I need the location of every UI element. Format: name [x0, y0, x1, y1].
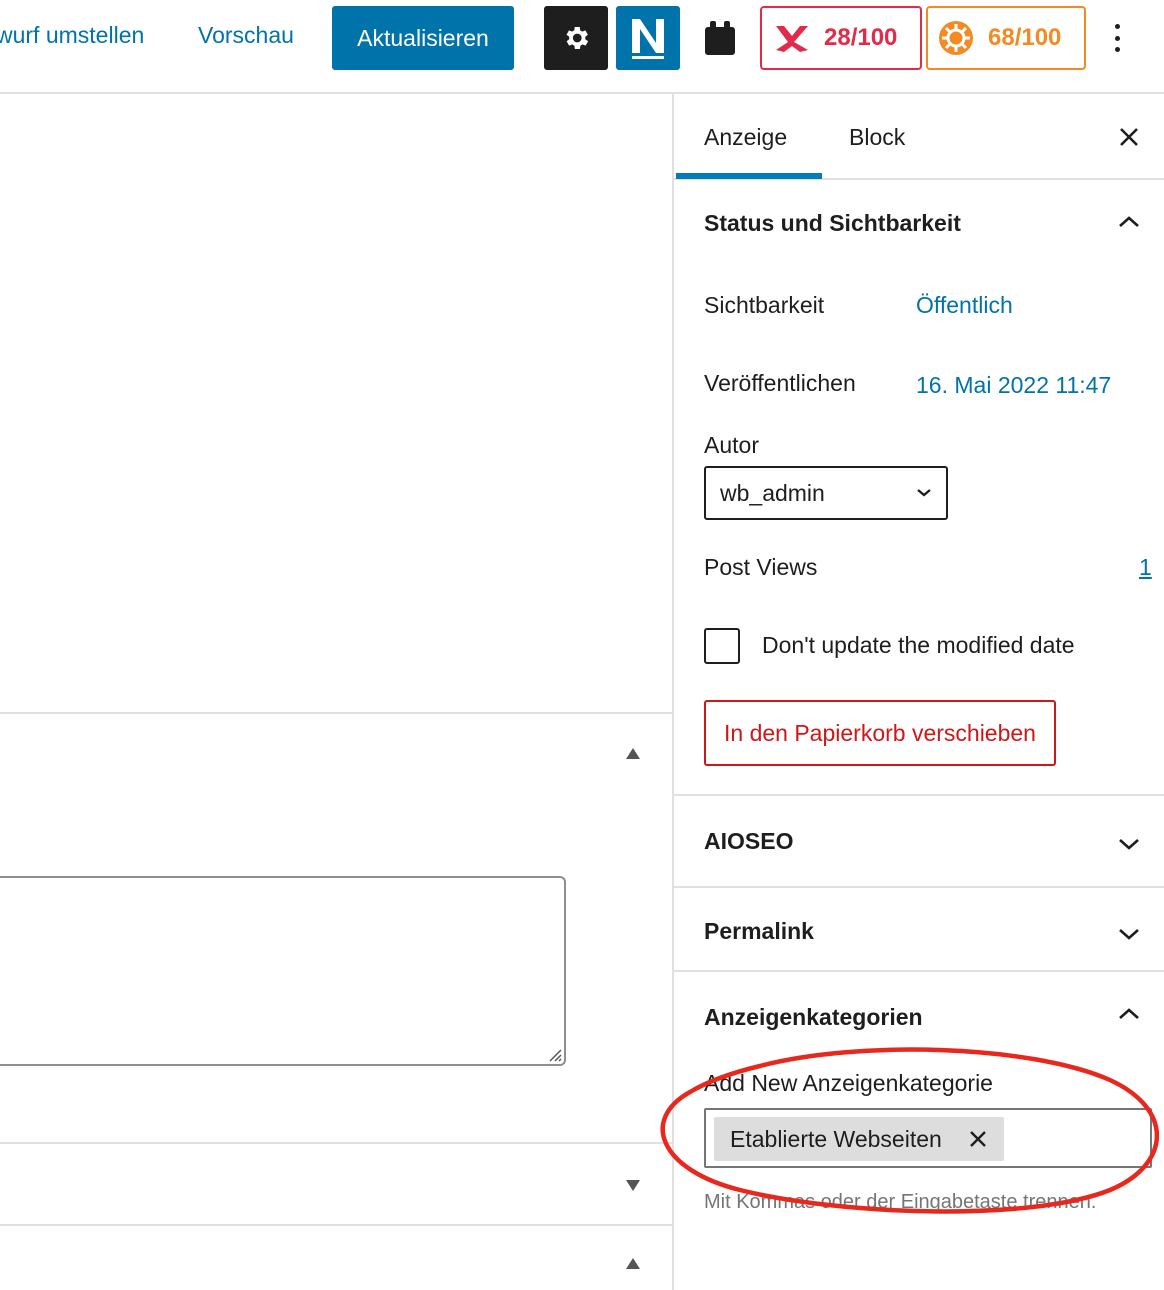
sidebar-tabs: Anzeige Block — [674, 94, 1164, 180]
visibility-value-link[interactable]: Öffentlich — [916, 292, 1013, 319]
switch-to-draft-button[interactable]: wurf umstellen — [0, 22, 144, 49]
post-views-link[interactable]: 1 — [1139, 554, 1152, 581]
active-tab-indicator — [676, 173, 822, 179]
settings-sidebar: Anzeige Block Status und Sichtbarkeit Si… — [672, 94, 1164, 1290]
editor-header-toolbar: wurf umstellen Vorschau Aktualisieren 28… — [0, 0, 1164, 94]
permalink-panel-title[interactable]: Permalink — [704, 918, 814, 945]
author-selected-value: wb_admin — [720, 479, 825, 506]
metabox-divider — [0, 712, 672, 714]
seo-score-value: 28/100 — [824, 24, 898, 51]
n-logo-icon — [632, 19, 664, 59]
dont-update-modified-label[interactable]: Don't update the modified date — [762, 632, 1075, 659]
readability-score-button[interactable]: 68/100 — [926, 6, 1086, 70]
readability-logo-icon — [939, 21, 973, 55]
readability-score-value: 68/100 — [988, 24, 1062, 51]
collapse-up-icon[interactable] — [626, 1258, 640, 1269]
publish-date-link[interactable]: 16. Mai 2022 11:47 — [916, 372, 1111, 399]
category-token: Etablierte Webseiten — [714, 1117, 1004, 1161]
chevron-down-icon — [917, 489, 931, 497]
panel-divider — [674, 970, 1164, 972]
resize-handle-icon[interactable] — [546, 1046, 562, 1062]
gear-icon — [566, 27, 589, 49]
metabox-divider — [0, 1224, 672, 1226]
close-icon[interactable] — [1114, 122, 1144, 152]
add-new-category-label: Add New Anzeigenkategorie — [704, 1070, 993, 1096]
settings-button[interactable] — [544, 6, 608, 70]
remove-token-icon[interactable] — [968, 1129, 988, 1149]
aioseo-logo-icon — [776, 26, 808, 52]
panel-divider — [674, 794, 1164, 796]
post-views-label: Post Views — [704, 554, 818, 580]
status-panel-title[interactable]: Status und Sichtbarkeit — [704, 210, 961, 237]
author-label: Autor — [704, 432, 759, 458]
chevron-up-icon[interactable] — [1116, 1006, 1142, 1022]
author-select[interactable]: wb_admin — [704, 466, 948, 520]
category-token-label: Etablierte Webseiten — [730, 1125, 942, 1152]
clipboard-icon — [705, 21, 735, 55]
editor-canvas — [0, 94, 672, 1290]
expand-down-icon[interactable] — [626, 1180, 640, 1191]
preview-button[interactable]: Vorschau — [198, 22, 294, 49]
update-button[interactable]: Aktualisieren — [332, 6, 514, 70]
token-help-text: Mit Kommas oder der Eingabetaste trennen… — [704, 1191, 1097, 1213]
panel-divider — [674, 886, 1164, 888]
collapse-up-icon[interactable] — [626, 748, 640, 759]
seo-score-button[interactable]: 28/100 — [760, 6, 922, 70]
categories-panel-title[interactable]: Anzeigenkategorien — [704, 1004, 923, 1031]
chevron-up-icon[interactable] — [1116, 214, 1142, 230]
visibility-label: Sichtbarkeit — [704, 292, 825, 318]
excerpt-textarea[interactable] — [0, 876, 566, 1066]
aioseo-panel-title[interactable]: AIOSEO — [704, 828, 793, 855]
tab-document[interactable]: Anzeige — [704, 124, 787, 151]
category-token-input[interactable]: Etablierte Webseiten — [704, 1108, 1152, 1168]
metabox-divider — [0, 1142, 672, 1144]
publish-label: Veröffentlichen — [704, 370, 856, 396]
more-options-icon[interactable] — [1102, 18, 1132, 58]
chevron-down-icon[interactable] — [1116, 836, 1142, 852]
tab-block[interactable]: Block — [849, 124, 905, 151]
dont-update-modified-checkbox[interactable] — [704, 628, 740, 664]
plugin-clipboard-button[interactable] — [690, 6, 750, 70]
chevron-down-icon[interactable] — [1116, 926, 1142, 942]
plugin-n-button[interactable] — [616, 6, 680, 70]
move-to-trash-button[interactable]: In den Papierkorb verschieben — [704, 700, 1056, 766]
